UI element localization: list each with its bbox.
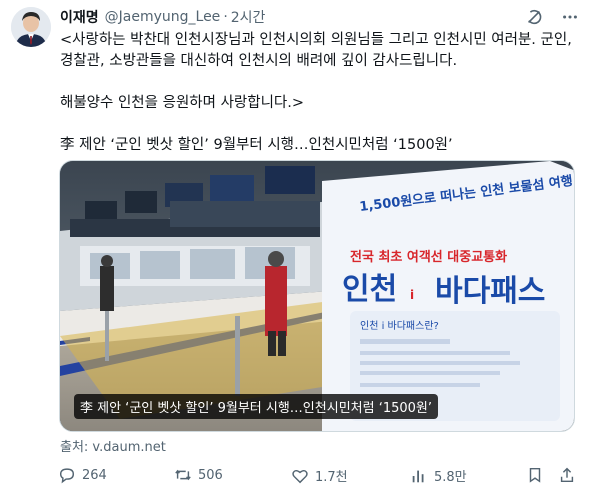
views-icon: [412, 470, 424, 482]
poster-title-right: 바다패스: [435, 274, 545, 309]
poster-box-title: 인천 i 바다패스란?: [360, 320, 439, 332]
timestamp[interactable]: 2시간: [231, 7, 266, 27]
card-source[interactable]: 출처: v.daum.net: [60, 436, 166, 455]
reply-button[interactable]: 264: [58, 466, 107, 484]
action-bar: 264 506 1.7천 5.8만: [58, 466, 578, 486]
author-name[interactable]: 이재명: [60, 7, 99, 27]
bookmark-icon: [529, 467, 541, 483]
header-actions: [524, 7, 580, 27]
share-icon: [560, 467, 574, 483]
like-button[interactable]: 1.7천: [291, 466, 348, 485]
counter-sign: [170, 201, 320, 227]
like-count: 1.7천: [315, 470, 348, 485]
retweet-icon: [175, 469, 191, 481]
tweet-text: <사랑하는 박찬대 인천시장님과 인천시의회 의원님들 그리고 인천시민 여러분…: [60, 32, 572, 153]
retweet-button[interactable]: 506: [174, 466, 223, 484]
views-count: 5.8만: [434, 470, 467, 485]
views-button[interactable]: 5.8만: [410, 466, 467, 485]
more-icon[interactable]: [560, 7, 580, 27]
share-button[interactable]: [558, 466, 576, 484]
poster-title-left: 인천: [342, 272, 397, 307]
tweet-header: 이재명 @Jaemyung_Lee · 2시간: [60, 7, 580, 27]
author-handle[interactable]: @Jaemyung_Lee: [105, 9, 221, 25]
retweet-count: 506: [198, 467, 223, 483]
grok-icon[interactable]: [524, 7, 544, 27]
card-caption: 李 제안 ‘군인 벳삿 할인’ 9월부터 시행…인천시민처럼 ‘1500원’: [74, 394, 439, 419]
like-icon: [292, 469, 308, 483]
svg-text:i: i: [410, 288, 414, 302]
bookmark-button[interactable]: [526, 466, 544, 484]
separator-dot: ·: [223, 9, 228, 25]
link-card[interactable]: 1,500원으로 떠나는 인천 보물섬 여행 전국 최초 여객선 대중교통화 인…: [59, 160, 575, 432]
poster-sub-line: 전국 최초 여객선 대중교통화: [350, 249, 507, 265]
reply-icon: [59, 468, 75, 484]
card-image: 1,500원으로 떠나는 인천 보물섬 여행 전국 최초 여객선 대중교통화 인…: [60, 161, 574, 431]
reply-count: 264: [82, 467, 107, 483]
avatar[interactable]: [11, 7, 51, 47]
